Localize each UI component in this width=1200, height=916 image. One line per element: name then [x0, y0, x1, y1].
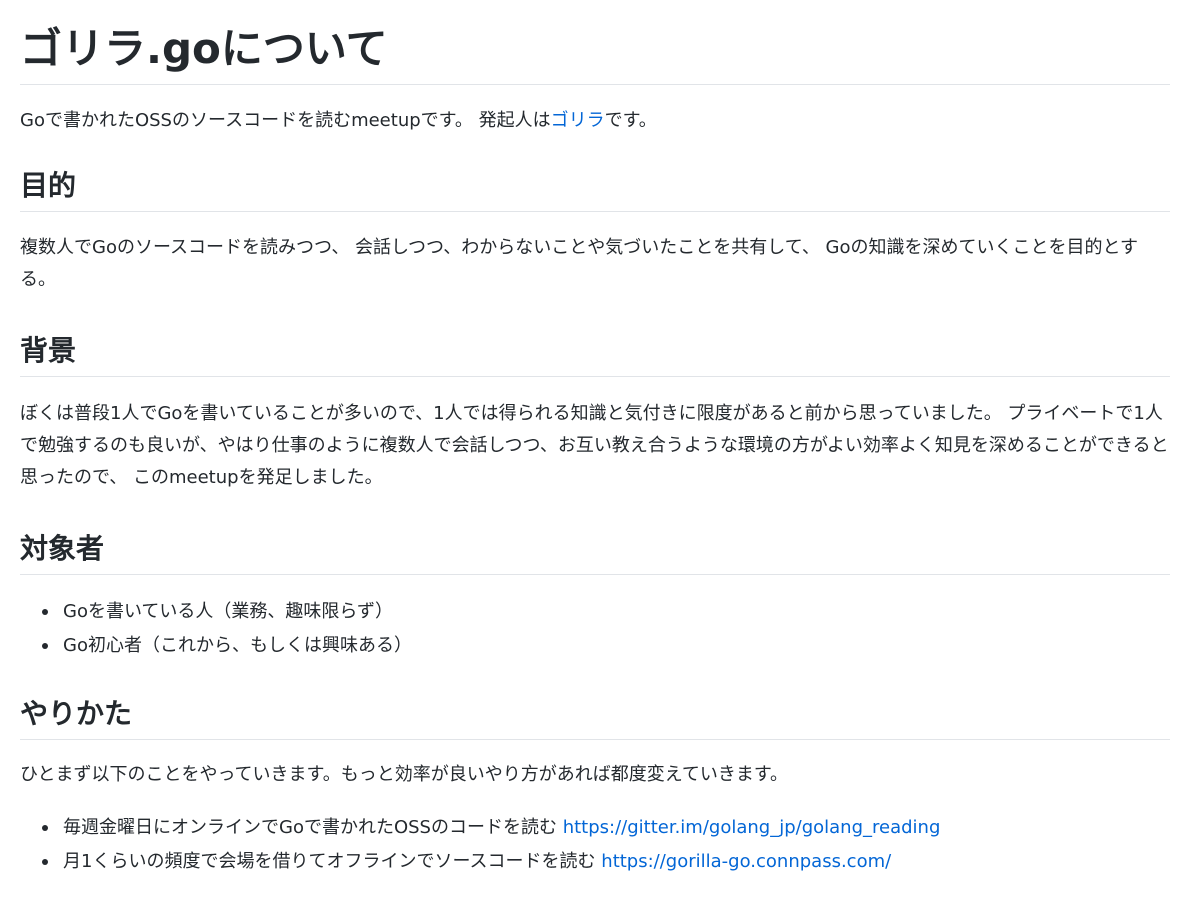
- audience-list: Goを書いている人（業務、趣味限らず） Go初心者（これから、もしくは興味ある）: [20, 595, 1170, 663]
- purpose-heading: 目的: [20, 167, 1170, 212]
- intro-text-after: です。: [604, 110, 657, 131]
- list-item: 月1くらいの頻度で会場を借りてオフラインでソースコードを読む https://g…: [42, 845, 1170, 879]
- intro-paragraph: Goで書かれたOSSのソースコードを読むmeetupです。 発起人はゴリラです。: [20, 105, 1170, 137]
- background-heading: 背景: [20, 332, 1170, 377]
- list-item-text: 月1くらいの頻度で会場を借りてオフラインでソースコードを読む: [63, 851, 602, 872]
- document: ゴリラ.goについて Goで書かれたOSSのソースコードを読むmeetupです。…: [0, 0, 1200, 916]
- list-item: 毎週金曜日にオンラインでGoで書かれたOSSのコードを読む https://gi…: [42, 811, 1170, 845]
- gorilla-link[interactable]: ゴリラ: [551, 110, 605, 131]
- page-title: ゴリラ.goについて: [20, 20, 1170, 85]
- gitter-link[interactable]: https://gitter.im/golang_jp/golang_readi…: [563, 817, 941, 838]
- method-paragraph: ひとまず以下のことをやっていきます。もっと効率が良いやり方があれば都度変えていき…: [20, 764, 789, 785]
- list-item: Goを書いている人（業務、趣味限らず）: [42, 595, 1170, 629]
- purpose-paragraph: 複数人でGoのソースコードを読みつつ、 会話しつつ、わからないことや気づいたこと…: [20, 237, 1138, 290]
- list-item-text: 毎週金曜日にオンラインでGoで書かれたOSSのコードを読む: [63, 817, 563, 838]
- connpass-link[interactable]: https://gorilla-go.connpass.com/: [601, 851, 891, 872]
- list-item: Go初心者（これから、もしくは興味ある）: [42, 629, 1170, 663]
- intro-text-before: Goで書かれたOSSのソースコードを読むmeetupです。 発起人は: [20, 110, 551, 131]
- audience-heading: 対象者: [20, 530, 1170, 575]
- method-list: 毎週金曜日にオンラインでGoで書かれたOSSのコードを読む https://gi…: [20, 811, 1170, 879]
- method-heading: やりかた: [20, 695, 1170, 740]
- background-paragraph: ぼくは普段1人でGoを書いていることが多いので、1人では得られる知識と気付きに限…: [20, 403, 1169, 488]
